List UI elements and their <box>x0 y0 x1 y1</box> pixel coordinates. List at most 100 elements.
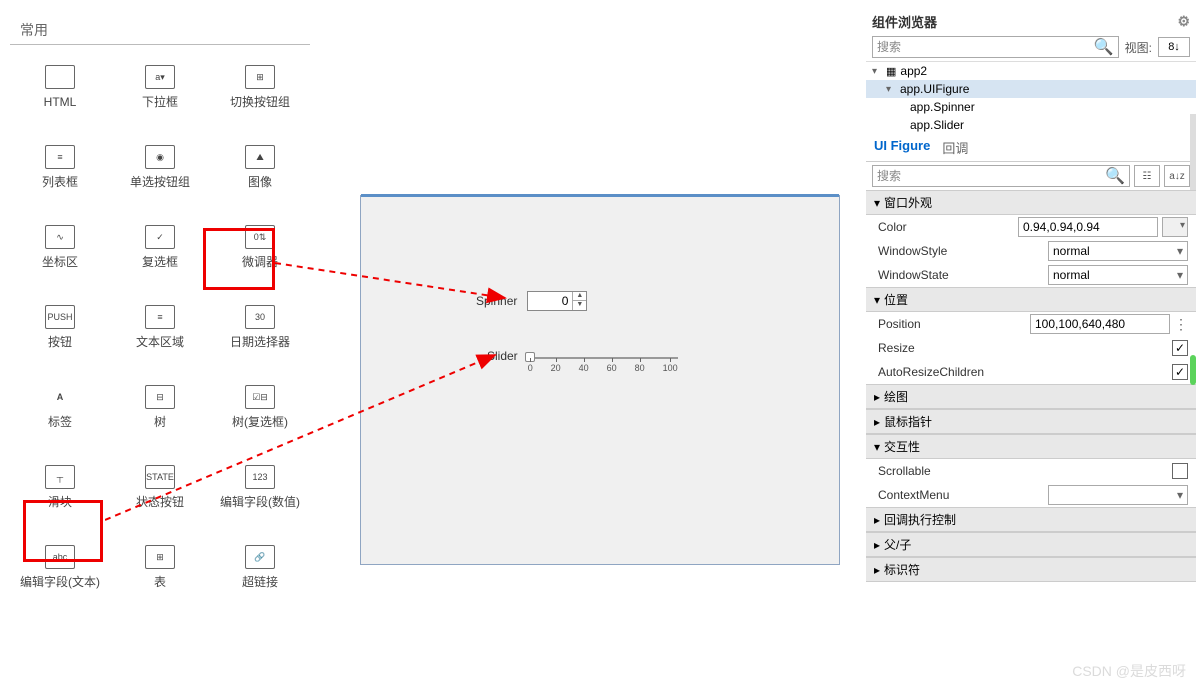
expand-icon: ▸ <box>874 538 880 552</box>
component-label: 标签 <box>48 415 72 429</box>
palette-item[interactable]: STATE状态按钮 <box>110 465 210 535</box>
section-interact[interactable]: ▾交互性 <box>866 434 1196 459</box>
view-label: 视图: <box>1125 39 1152 56</box>
palette-item[interactable]: ✓复选框 <box>110 225 210 295</box>
component-label: 编辑字段(文本) <box>20 575 100 589</box>
color-swatch[interactable] <box>1162 217 1188 237</box>
palette-item[interactable]: ⊞表 <box>110 545 210 615</box>
component-icon: ≡ <box>45 145 75 169</box>
slider-tick: 80 <box>635 363 645 373</box>
prop-resize-name: Resize <box>878 341 1172 355</box>
tab-callback[interactable]: 回调 <box>942 138 968 157</box>
view-dropdown[interactable]: 8↓ <box>1158 37 1190 57</box>
palette-item[interactable]: ◉单选按钮组 <box>110 145 210 215</box>
property-search[interactable]: 🔍 <box>872 165 1130 187</box>
collapse-icon: ▾ <box>874 440 880 454</box>
section-window[interactable]: ▾窗口外观 <box>866 190 1196 215</box>
spinner-down-icon[interactable]: ▼ <box>573 301 586 310</box>
component-icon: 30 <box>245 305 275 329</box>
tree-root[interactable]: ▾ ▦ app2 <box>866 62 1196 80</box>
prop-scroll-check[interactable] <box>1172 463 1188 479</box>
component-label: 坐标区 <box>42 255 78 269</box>
component-icon: ⛰ <box>245 145 275 169</box>
prop-position-value[interactable]: 100,100,640,480 <box>1030 314 1170 334</box>
expand-icon[interactable]: ▾ <box>886 84 896 95</box>
palette-item[interactable]: 🔗超链接 <box>210 545 310 615</box>
palette-item[interactable]: ⊟树 <box>110 385 210 455</box>
spinner-input[interactable]: 0 ▲ ▼ <box>527 291 587 311</box>
browser-search-input[interactable] <box>877 40 1094 54</box>
palette-item[interactable]: ⊞ 切换按钮组 <box>210 65 310 135</box>
section-position[interactable]: ▾位置 <box>866 287 1196 312</box>
component-icon: ⊞ <box>245 65 275 89</box>
tree-item-slider[interactable]: app.Slider <box>866 116 1196 134</box>
component-label: 文本区域 <box>136 335 184 349</box>
gear-icon[interactable]: ⚙ <box>1177 13 1190 30</box>
palette-item[interactable]: 30日期选择器 <box>210 305 310 375</box>
prop-resize-check[interactable]: ✓ <box>1172 340 1188 356</box>
prop-color-value[interactable]: 0.94,0.94,0.94 <box>1018 217 1158 237</box>
palette-item[interactable]: A 标签 <box>10 385 110 455</box>
palette-item[interactable]: ≡文本区域 <box>110 305 210 375</box>
prop-winstyle-value[interactable]: normal <box>1048 241 1188 261</box>
sort-button[interactable]: a↓z <box>1164 165 1190 187</box>
spinner-up-icon[interactable]: ▲ <box>573 292 586 301</box>
watermark: CSDN @是皮西呀 <box>1072 661 1186 681</box>
tree-item-spinner[interactable]: app.Spinner <box>866 98 1196 116</box>
app-icon: ▦ <box>886 65 896 78</box>
slider-component[interactable]: Slider 020406080100 <box>487 351 678 373</box>
spinner-component[interactable]: Spinner 0 ▲ ▼ <box>476 291 587 311</box>
section-ident[interactable]: ▸标识符 <box>866 557 1196 582</box>
section-parent[interactable]: ▸父/子 <box>866 532 1196 557</box>
prop-ctx-value[interactable] <box>1048 485 1188 505</box>
slider-track[interactable]: 020406080100 <box>528 351 678 373</box>
component-label: 图像 <box>248 175 272 189</box>
component-icon <box>45 65 75 89</box>
component-icon: a▾ <box>145 65 175 89</box>
tab-uifigure[interactable]: UI Figure <box>874 138 930 157</box>
component-icon: PUSH <box>45 305 75 329</box>
property-search-input[interactable] <box>877 169 1105 183</box>
more-icon[interactable]: ⋮ <box>1174 316 1188 333</box>
search-icon: 🔍 <box>1094 37 1114 57</box>
expand-icon: ▸ <box>874 390 880 404</box>
highlight-spinner <box>203 228 275 290</box>
scroll-indicator <box>1190 355 1196 385</box>
component-label: 树(复选框) <box>232 415 288 429</box>
section-plot[interactable]: ▸绘图 <box>866 384 1196 409</box>
component-icon: A <box>45 385 75 409</box>
prop-winstyle-name: WindowStyle <box>878 244 1048 258</box>
component-label: 下拉框 <box>142 95 178 109</box>
browser-search[interactable]: 🔍 <box>872 36 1119 58</box>
palette-item[interactable]: ⛰ 图像 <box>210 145 310 215</box>
component-label: 按钮 <box>48 335 72 349</box>
section-pointer[interactable]: ▸鼠标指针 <box>866 409 1196 434</box>
slider-tick: 20 <box>551 363 561 373</box>
prop-auto-check[interactable]: ✓ <box>1172 364 1188 380</box>
expand-icon[interactable]: ▾ <box>872 66 882 77</box>
categorize-button[interactable]: ☷ <box>1134 165 1160 187</box>
component-icon: ☑⊟ <box>245 385 275 409</box>
palette-header: 常用 <box>10 20 310 45</box>
component-label: HTML <box>44 95 77 109</box>
collapse-icon: ▾ <box>874 293 880 307</box>
palette-item[interactable]: 123编辑字段(数值) <box>210 465 310 535</box>
palette-item[interactable]: PUSH 按钮 <box>10 305 110 375</box>
palette-item[interactable]: ≡ 列表框 <box>10 145 110 215</box>
design-canvas[interactable]: Spinner 0 ▲ ▼ Slider 020406080100 <box>360 195 840 565</box>
component-label: 列表框 <box>42 175 78 189</box>
palette-item[interactable]: ∿坐标区 <box>10 225 110 295</box>
component-label: 切换按钮组 <box>230 95 290 109</box>
tree-item-uifigure[interactable]: ▾ app.UIFigure <box>866 80 1196 98</box>
prop-ctx-name: ContextMenu <box>878 488 1048 502</box>
component-icon: STATE <box>145 465 175 489</box>
component-icon: 🔗 <box>245 545 275 569</box>
component-icon: ◉ <box>145 145 175 169</box>
palette-item[interactable]: HTML <box>10 65 110 135</box>
palette-item[interactable]: a▾ 下拉框 <box>110 65 210 135</box>
prop-winstate-value[interactable]: normal <box>1048 265 1188 285</box>
collapse-icon: ▾ <box>874 196 880 210</box>
slider-label: Slider <box>487 349 518 363</box>
section-callback[interactable]: ▸回调执行控制 <box>866 507 1196 532</box>
palette-item[interactable]: ☑⊟ 树(复选框) <box>210 385 310 455</box>
